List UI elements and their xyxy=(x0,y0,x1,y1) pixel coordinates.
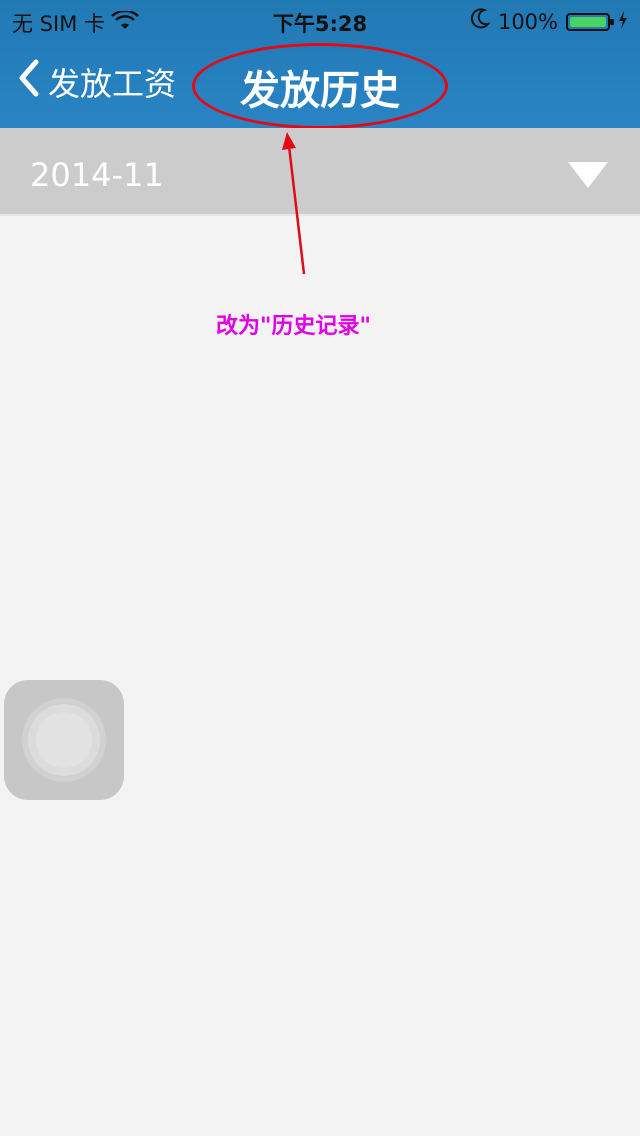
assistive-touch-icon[interactable] xyxy=(4,680,124,800)
period-label: 2014-11 xyxy=(30,156,164,194)
bolt-icon xyxy=(618,10,628,34)
navigation-bar: 发放工资 发放历史 xyxy=(0,40,640,128)
assistive-core xyxy=(36,712,92,768)
status-right: 100% xyxy=(470,8,628,35)
status-bar: 无 SIM 卡 下午5:28 100% xyxy=(0,0,640,40)
moon-icon xyxy=(470,8,491,35)
page-title: 发放历史 xyxy=(240,68,400,114)
annotation-note: 改为"历史记录" xyxy=(216,314,371,339)
battery-percent: 100% xyxy=(497,9,558,34)
battery-icon xyxy=(566,12,614,31)
period-filter-bar[interactable]: 2014-11 xyxy=(0,128,640,216)
top-bar: 无 SIM 卡 下午5:28 100% 发放工资 发放历史 xyxy=(0,0,640,128)
battery-fill xyxy=(570,16,606,27)
triangle-down-icon[interactable] xyxy=(566,160,610,190)
